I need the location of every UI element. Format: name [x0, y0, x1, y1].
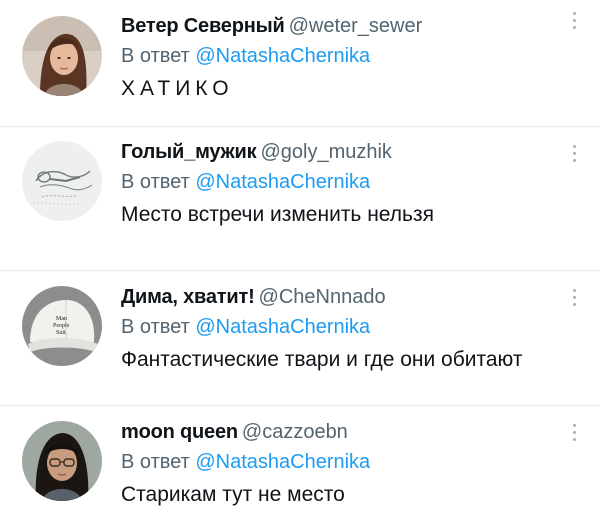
avatar[interactable] — [22, 421, 102, 501]
sketch-figure-avatar-icon — [22, 141, 102, 221]
tweet-item[interactable]: Ветер Северный @weter_sewer В ответ @Nata… — [0, 0, 600, 126]
tweet-header: moon queen @cazzoebn — [121, 420, 560, 444]
tweet-content: Дима, хватит! @CheNnnado В ответ @Natasha… — [121, 285, 560, 373]
tweet-header: Ветер Северный @weter_sewer — [121, 14, 560, 38]
reply-prefix: В ответ — [121, 316, 190, 338]
reply-prefix: В ответ — [121, 451, 190, 473]
reply-mention-link[interactable]: @NatashaChernika — [195, 451, 370, 473]
user-handle[interactable]: @goly_muzhik — [260, 141, 391, 163]
user-handle[interactable]: @weter_sewer — [289, 15, 423, 37]
more-options-icon[interactable] — [570, 145, 578, 162]
reply-feed: Ветер Северный @weter_sewer В ответ @Nata… — [0, 0, 600, 532]
reply-context: В ответ @NatashaChernika — [121, 170, 560, 194]
tweet-content: Ветер Северный @weter_sewer В ответ @Nata… — [121, 14, 560, 102]
user-handle[interactable]: @cazzoebn — [242, 421, 348, 443]
display-name[interactable]: Ветер Северный — [121, 15, 285, 37]
reply-prefix: В ответ — [121, 45, 190, 67]
tweet-header: Голый_мужик @goly_muzhik — [121, 140, 560, 164]
reply-prefix: В ответ — [121, 171, 190, 193]
tweet-content: Голый_мужик @goly_muzhik В ответ @Natasha… — [121, 140, 560, 228]
svg-text:Man: Man — [56, 316, 67, 322]
tweet-text: Старикам тут не место — [121, 483, 345, 506]
tweet-text: ХАТИКО — [121, 77, 234, 100]
display-name[interactable]: Голый_мужик — [121, 141, 257, 163]
tweet-content: moon queen @cazzoebn В ответ @NatashaCher… — [121, 420, 560, 508]
display-name[interactable]: Дима, хватит! — [121, 286, 255, 308]
more-options-icon[interactable] — [570, 289, 578, 306]
reply-context: В ответ @NatashaChernika — [121, 450, 560, 474]
woman-portrait-avatar-icon — [22, 16, 102, 96]
avatar[interactable] — [22, 16, 102, 96]
user-handle[interactable]: @CheNnnado — [259, 286, 386, 308]
tweet-text: Фантастические твари и где они обитают — [121, 348, 523, 371]
tweet-item[interactable]: moon queen @cazzoebn В ответ @NatashaCher… — [0, 406, 600, 532]
reply-mention-link[interactable]: @NatashaChernika — [195, 316, 370, 338]
reply-mention-link[interactable]: @NatashaChernika — [195, 45, 370, 67]
tweet-header: Дима, хватит! @CheNnnado — [121, 285, 560, 309]
display-name[interactable]: moon queen — [121, 421, 238, 443]
reply-context: В ответ @NatashaChernika — [121, 315, 560, 339]
avatar[interactable] — [22, 141, 102, 221]
white-cap-avatar-icon: Man People Suit — [22, 286, 102, 366]
reply-context: В ответ @NatashaChernika — [121, 44, 560, 68]
glasses-woman-avatar-icon — [22, 421, 102, 501]
tweet-text: Место встречи изменить нельзя — [121, 203, 434, 226]
tweet-item[interactable]: Man People Suit Дима, хватит! @CheNnnado … — [0, 271, 600, 405]
tweet-item[interactable]: Голый_мужик @goly_muzhik В ответ @Natasha… — [0, 127, 600, 270]
avatar[interactable]: Man People Suit — [22, 286, 102, 366]
more-options-icon[interactable] — [570, 12, 578, 29]
reply-mention-link[interactable]: @NatashaChernika — [195, 171, 370, 193]
svg-text:Suit: Suit — [56, 330, 66, 336]
svg-text:People: People — [53, 323, 70, 329]
more-options-icon[interactable] — [570, 424, 578, 441]
